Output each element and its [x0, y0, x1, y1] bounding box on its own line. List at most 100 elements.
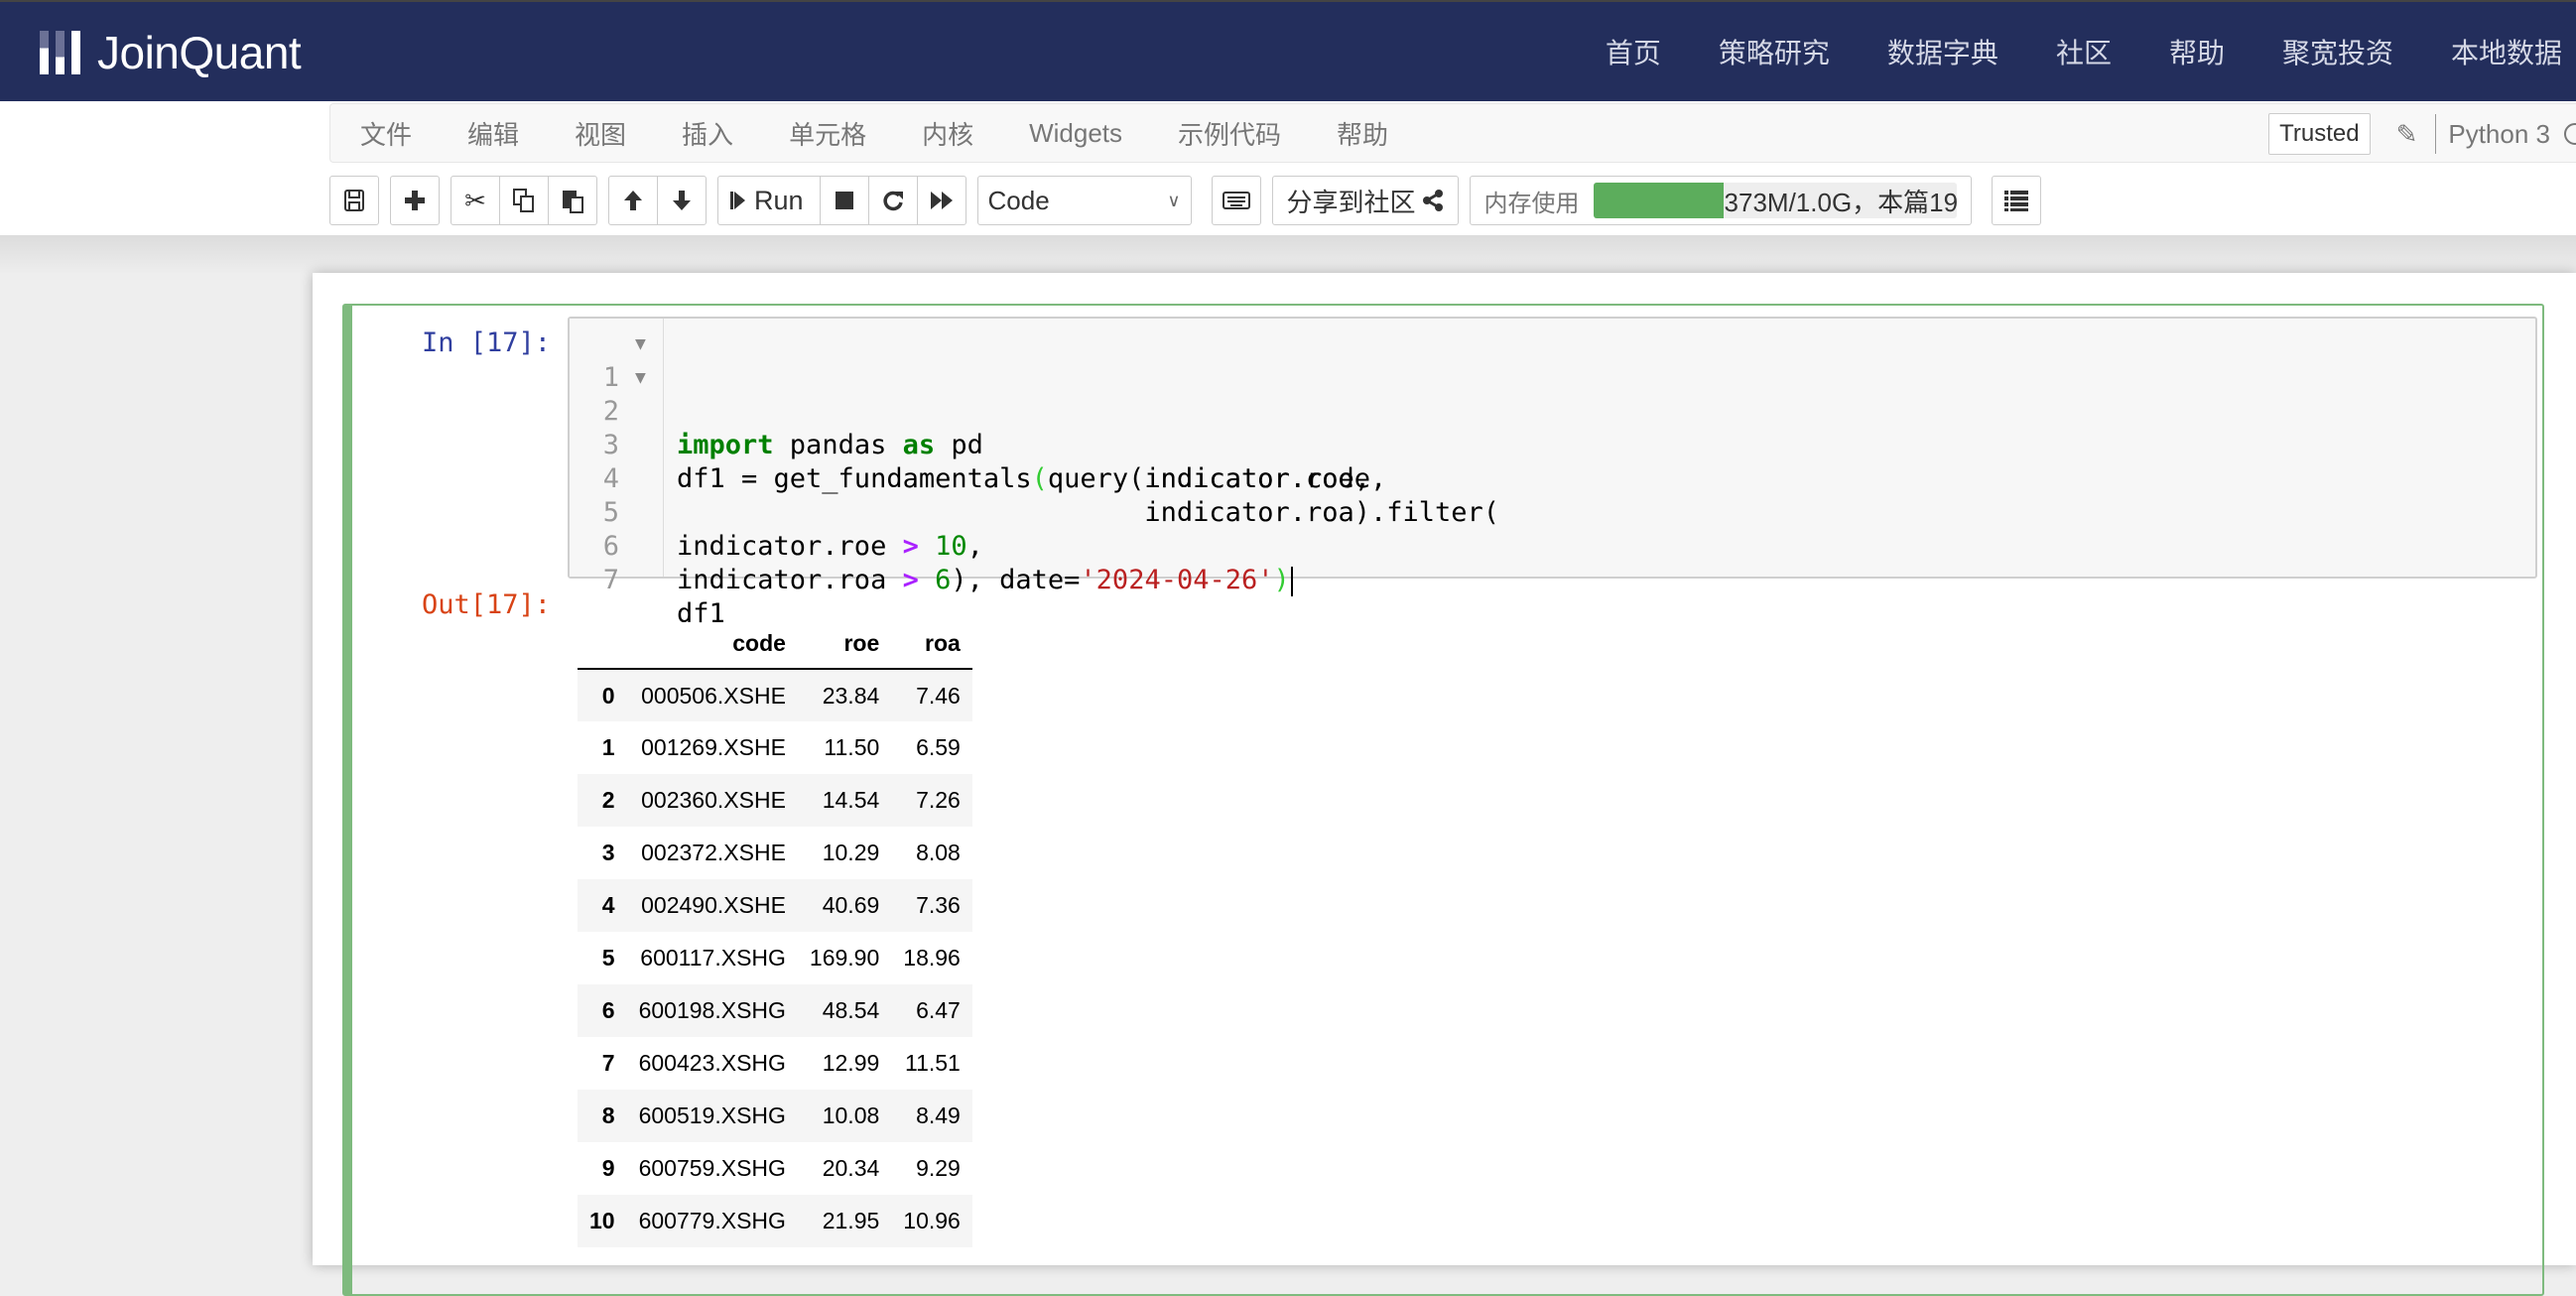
fold-arrow-icon[interactable]: ▼	[635, 361, 646, 395]
paste-button[interactable]	[548, 176, 597, 225]
cell-roa: 7.46	[916, 682, 961, 709]
menu-help[interactable]: 帮助	[1307, 115, 1414, 152]
menu-kernel[interactable]: 内核	[892, 115, 999, 152]
cell-roe: 23.84	[822, 682, 880, 709]
cell-code: 600117.XSHG	[640, 945, 786, 971]
table-header-row: code roe roa	[578, 619, 972, 670]
nav-community[interactable]: 社区	[2056, 32, 2112, 71]
table-row: 5 600117.XSHG 169.90 18.96	[578, 932, 972, 984]
cut-button[interactable]: ✂	[451, 176, 500, 225]
memory-label: 内存使用	[1483, 190, 1580, 217]
top-header: JoinQuant 首页 策略研究 数据字典 社区 帮助 聚宽投资 本地数据	[0, 0, 2576, 101]
menu-view[interactable]: 视图	[545, 115, 652, 152]
menu-cell[interactable]: 单元格	[759, 115, 892, 152]
table-row: 4 002490.XSHE 40.69 7.36	[578, 879, 972, 932]
row-index: 7	[601, 1050, 615, 1076]
code-editor[interactable]: 1 ▼ import pandas as pd 2 ▼ df1 = get_fu…	[568, 317, 2537, 629]
cell-code: 600759.XSHG	[638, 1155, 786, 1181]
index-header	[578, 619, 627, 670]
cell-code: 600423.XSHG	[638, 1050, 786, 1076]
code-line: 6 indicator.roa > 6), date='2024-04-26')	[570, 496, 2535, 596]
cell-roe: 11.50	[824, 734, 880, 760]
notebook-menu-area: 文件 编辑 视图 插入 单元格 内核 Widgets 示例代码 帮助 Trust…	[0, 101, 2576, 235]
cell-code: 001269.XSHE	[641, 734, 786, 760]
move-down-button[interactable]	[657, 176, 707, 225]
restart-kernel-button[interactable]	[867, 176, 918, 225]
run-label: Run	[754, 185, 804, 215]
table-row: 6 600198.XSHG 48.54 6.47	[578, 984, 972, 1037]
restart-run-all-button[interactable]	[916, 176, 966, 225]
table-row: 7 600423.XSHG 12.99 11.51	[578, 1037, 972, 1090]
share-icon	[1422, 190, 1443, 211]
pencil-icon[interactable]: ✎	[2396, 119, 2418, 150]
menu-example-code[interactable]: 示例代码	[1148, 115, 1307, 152]
fold-arrow-icon[interactable]: ▼	[635, 327, 646, 361]
row-index: 1	[601, 734, 615, 760]
cell-code: 000506.XSHE	[641, 682, 786, 709]
menu-insert[interactable]: 插入	[652, 115, 759, 152]
cell-roe: 10.29	[822, 840, 880, 865]
nav-data-dictionary[interactable]: 数据字典	[1887, 32, 1998, 71]
code-line: 5 indicator.roe > 10,	[570, 462, 2535, 562]
save-icon	[344, 190, 364, 211]
menubar: 文件 编辑 视图 插入 单元格 内核 Widgets 示例代码 帮助 Trust…	[329, 103, 2576, 163]
cell-roa: 10.96	[903, 1208, 961, 1233]
memory-progress-fill	[1593, 183, 1725, 218]
toolbar-shadow	[0, 235, 2576, 275]
cell-code: 600198.XSHG	[638, 997, 786, 1023]
column-header-code: code	[626, 619, 798, 670]
nav-joinquant-invest[interactable]: 聚宽投资	[2282, 32, 2393, 71]
menu-widgets[interactable]: Widgets	[999, 118, 1148, 149]
step-forward-icon	[730, 192, 745, 209]
run-button[interactable]: Run	[717, 176, 821, 225]
nav-help[interactable]: 帮助	[2169, 32, 2225, 71]
cell-code: 600779.XSHG	[638, 1208, 786, 1233]
cell-roe: 10.08	[822, 1102, 880, 1128]
cell-roa: 7.26	[916, 787, 961, 813]
command-palette-button[interactable]	[1211, 176, 1261, 225]
cell-roa: 8.49	[916, 1102, 961, 1128]
cell-roa: 18.96	[903, 945, 961, 971]
interrupt-kernel-button[interactable]	[819, 176, 869, 225]
nav-local-data[interactable]: 本地数据	[2451, 32, 2562, 71]
cell-roa: 6.47	[916, 997, 961, 1023]
cell-type-value: Code	[987, 185, 1050, 215]
fast-forward-icon	[930, 192, 953, 209]
input-prompt: In [17]:	[422, 327, 552, 358]
string-literal: '2024-04-26'	[1080, 565, 1274, 595]
cell-roe: 40.69	[822, 892, 880, 918]
kernel-name: Python 3	[2448, 118, 2550, 149]
arrow-down-icon	[673, 191, 691, 210]
cell-roe: 169.90	[809, 945, 880, 971]
cell-type-select[interactable]: Code ∨	[976, 176, 1192, 225]
save-button[interactable]	[329, 176, 379, 225]
trusted-badge[interactable]: Trusted	[2268, 113, 2371, 155]
code-cell[interactable]: In [17]: 1 ▼ import pandas as pd 2 ▼ df1…	[342, 304, 2544, 1296]
row-index: 8	[601, 1102, 615, 1128]
table-row: 0 000506.XSHE 23.84 7.46	[578, 669, 972, 721]
cell-roa: 6.59	[916, 734, 961, 760]
nav-strategy-research[interactable]: 策略研究	[1719, 32, 1830, 71]
logo-text: JoinQuant	[97, 27, 302, 78]
table-of-contents-button[interactable]	[1991, 176, 2041, 225]
menu-edit[interactable]: 编辑	[438, 115, 545, 152]
row-index: 6	[601, 997, 615, 1023]
cell-roe: 21.95	[822, 1208, 880, 1233]
share-to-community-button[interactable]: 分享到社区	[1271, 176, 1459, 225]
menubar-right: Trusted ✎ Python 3	[2268, 112, 2576, 156]
code-line: 3 indicator.roe,	[570, 395, 2535, 494]
insert-cell-button[interactable]	[390, 176, 440, 225]
logo-bars-icon	[40, 31, 83, 74]
row-index: 0	[601, 682, 615, 709]
nav-home[interactable]: 首页	[1606, 32, 1661, 71]
move-up-button[interactable]	[608, 176, 658, 225]
table-row: 1 001269.XSHE 11.50 6.59	[578, 721, 972, 774]
cell-roa: 8.08	[916, 840, 961, 865]
memory-usage-widget[interactable]: 内存使用 373M/1.0G，本篇19 ▼	[1469, 176, 1972, 225]
dataframe-table: code roe roa 0 000506.XSHE 23.84 7.46 1 00126…	[578, 619, 972, 1247]
code-line: 7 df1	[570, 530, 2535, 629]
copy-button[interactable]	[499, 176, 549, 225]
menu-file[interactable]: 文件	[330, 115, 438, 152]
joinquant-logo[interactable]: JoinQuant	[40, 27, 302, 78]
